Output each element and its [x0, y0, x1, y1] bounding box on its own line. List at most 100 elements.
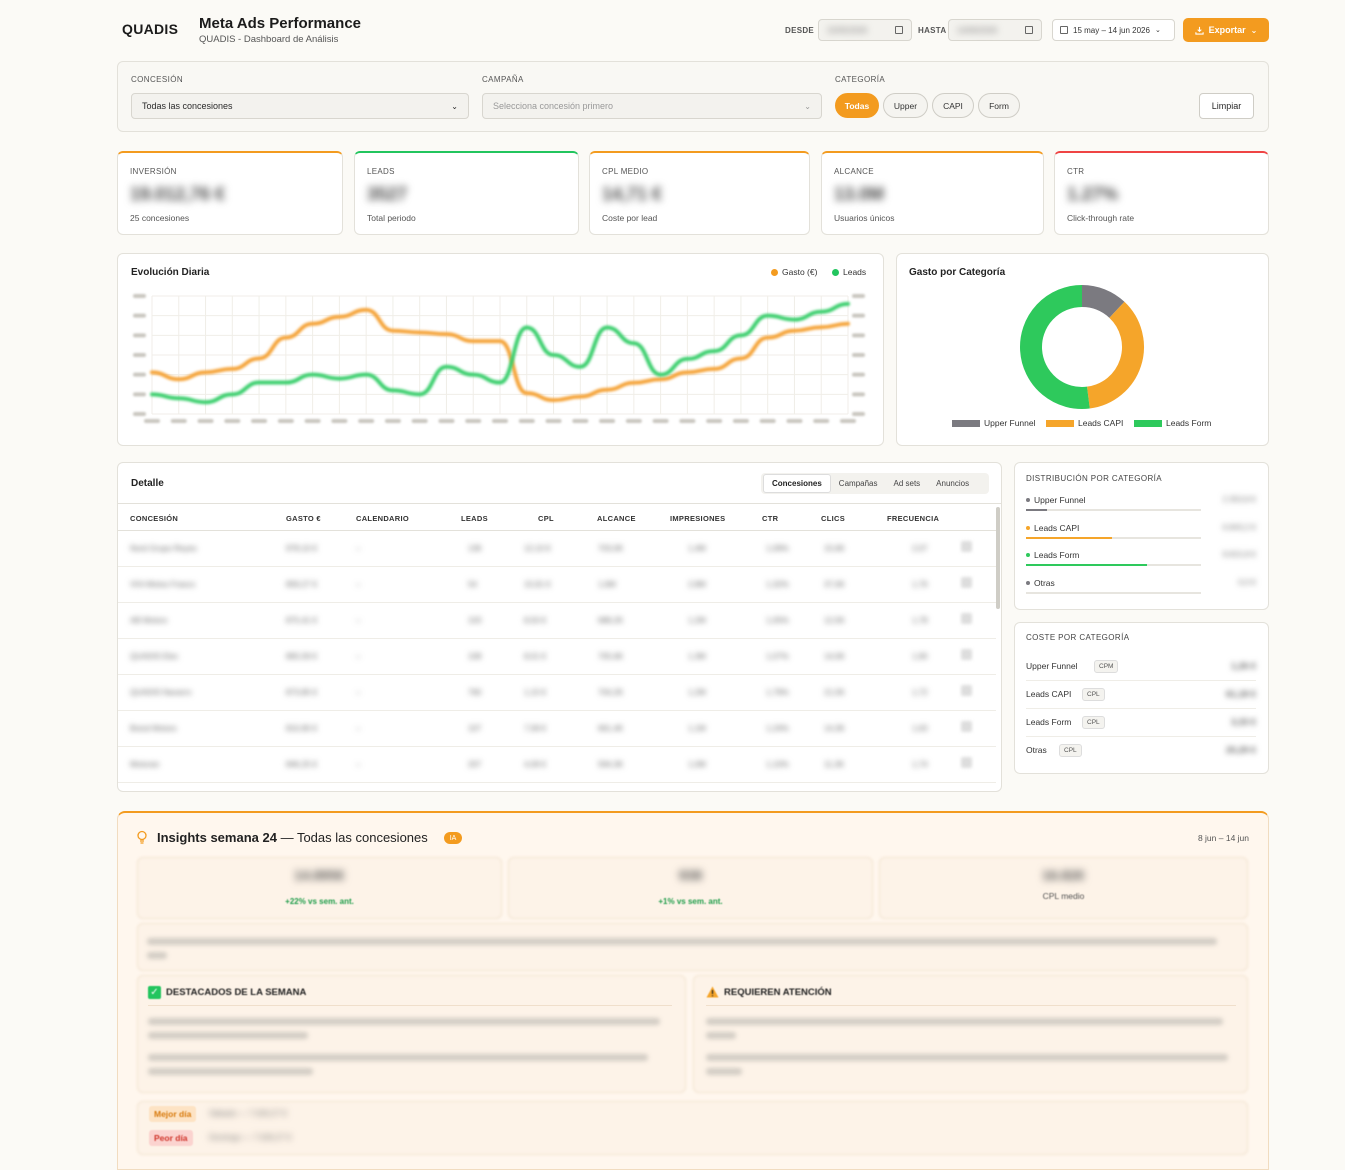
- table-cell: 37,0K: [824, 580, 845, 589]
- summary-text-line: [147, 938, 1217, 945]
- x-tick-label: [518, 419, 535, 423]
- chip-todas[interactable]: Todas: [835, 93, 879, 118]
- divider: [148, 1005, 672, 1006]
- row-action-icon[interactable]: [961, 613, 972, 624]
- attention-text-line: [706, 1018, 1223, 1025]
- row-action-icon[interactable]: [961, 541, 972, 552]
- daily-line-chart: [133, 294, 865, 423]
- col-header[interactable]: IMPRESIONES: [670, 514, 725, 523]
- insights-title-bold: Insights semana 24: [157, 830, 277, 845]
- tab-adsets[interactable]: Ad sets: [885, 475, 928, 492]
- ai-badge: IA: [444, 832, 462, 844]
- row-action-icon[interactable]: [961, 721, 972, 732]
- clear-filters-button[interactable]: Limpiar: [1199, 93, 1254, 119]
- table-cell: –: [356, 580, 361, 589]
- table-cell: –: [356, 544, 361, 553]
- table-row[interactable]: ViVi-Motos Frasco 859,27 € – 54 15,91 € 1,6M 2…: [118, 567, 996, 603]
- y-tick-label: [852, 372, 865, 377]
- kpi-value: 3527: [367, 184, 408, 204]
- table-cell: 1,1M: [688, 724, 706, 733]
- col-header[interactable]: ALCANCE: [597, 514, 636, 523]
- col-header[interactable]: LEADS: [461, 514, 488, 523]
- chip-form[interactable]: Form: [978, 93, 1020, 118]
- table-row[interactable]: Motoran 846,25 € – 207 4,09 € 594,3K 1,0M 1,10%…: [118, 747, 996, 783]
- row-action-icon[interactable]: [961, 685, 972, 696]
- table-cell: 1,10%: [766, 760, 789, 769]
- best-worst-card: [137, 1101, 1248, 1155]
- distribution-track: [1026, 536, 1201, 539]
- table-cell: –: [356, 760, 361, 769]
- table-row[interactable]: QUADIS Navarro 873,85 € – 760 1,15 € 704,2K 1,…: [118, 675, 996, 711]
- campana-select[interactable]: Selecciona concesión primero ⌄: [482, 93, 822, 119]
- table-cell: 207: [468, 760, 482, 769]
- table-cell: 846,25 €: [286, 760, 318, 769]
- distribution-row: Leads Form 9.815,8 €: [1026, 550, 1256, 572]
- table-row[interactable]: Nord Grupo Reyes 978,10 € – 136 12,10 € 703,0…: [118, 531, 996, 567]
- legend-swatch: [1046, 419, 1074, 427]
- distribution-value: 9.815,8 €: [1222, 550, 1256, 559]
- table-cell: 1,15 €: [524, 688, 547, 697]
- col-header[interactable]: FRECUENCIA: [887, 514, 939, 523]
- row-action-icon[interactable]: [961, 649, 972, 660]
- table-cell: –: [356, 616, 361, 625]
- distribution-row: Leads CAPI 6.843,2 €: [1026, 523, 1256, 545]
- highlights-title: DESTACADOS DE LA SEMANA: [166, 987, 307, 998]
- y-tick-label: [133, 412, 146, 416]
- daily-chart-title: Evolución Diaria: [131, 267, 210, 278]
- row-action-icon[interactable]: [961, 577, 972, 588]
- cost-value: 3,33 €: [1230, 717, 1256, 727]
- detail-title: Detalle: [131, 478, 164, 489]
- x-tick-label: [331, 419, 348, 423]
- table-row[interactable]: Boixd Motors 810,90 € – 107 7,58 € 661,4K 1,1M…: [118, 711, 996, 747]
- table-cell: 4,09 €: [524, 760, 547, 769]
- chip-capi[interactable]: CAPI: [932, 93, 974, 118]
- table-cell: 705,6K: [598, 652, 624, 661]
- table-cell: 21,5K: [824, 688, 845, 697]
- table-cell: 14,3K: [824, 724, 845, 733]
- table-cell: ViVi-Motos Frasco: [130, 580, 196, 589]
- chevron-down-icon: ⌄: [804, 101, 811, 111]
- row-action-icon[interactable]: [961, 757, 972, 768]
- table-cell: 1,2M: [688, 616, 706, 625]
- table-scrollbar[interactable]: [996, 507, 1000, 609]
- table-cell: 14,0K: [824, 652, 845, 661]
- kpi-card-alcance: ALCANCE 13.0M Usuarios únicos: [821, 151, 1044, 235]
- col-header[interactable]: CTR: [762, 514, 778, 523]
- table-row[interactable]: AB Motors 875,41 € – 103 8,50 € 688,2K 1,2M 1,0…: [118, 603, 996, 639]
- x-tick-label: [465, 419, 482, 423]
- table-cell: 1,74: [912, 760, 928, 769]
- distribution-name: Otras: [1026, 578, 1055, 588]
- chip-upper[interactable]: Upper: [883, 93, 928, 118]
- lightbulb-icon: [137, 830, 147, 844]
- kpi-label: CPL MEDIO: [602, 167, 649, 176]
- table-row[interactable]: QUADIS Elec 865,59 € – 108 8,01 € 705,6K 1,3M 1…: [118, 639, 996, 675]
- tab-anuncios[interactable]: Anuncios: [928, 475, 977, 492]
- x-tick-label: [572, 419, 589, 423]
- x-tick-label: [786, 419, 803, 423]
- table-cell: 810,90 €: [286, 724, 318, 733]
- col-header[interactable]: CALENDARIO: [356, 514, 409, 523]
- attention-title: REQUIEREN ATENCIÓN: [724, 986, 832, 998]
- col-header[interactable]: CPL: [538, 514, 554, 523]
- table-cell: 2,8M: [688, 580, 706, 589]
- col-header[interactable]: CONCESIÓN: [130, 514, 178, 523]
- table-cell: 1,09%: [766, 544, 789, 553]
- table-cell: 1,72: [912, 688, 928, 697]
- date-range-dropdown[interactable]: 15 may – 14 jun 2026 ⌄: [1052, 19, 1175, 41]
- tab-campanas[interactable]: Campañas: [831, 475, 886, 492]
- tab-concesiones[interactable]: Concesiones: [763, 474, 831, 493]
- distribution-row: Otras 0,0 €: [1026, 578, 1256, 600]
- export-button[interactable]: Exportar ⌄: [1183, 18, 1269, 42]
- table-cell: 704,2K: [598, 688, 624, 697]
- to-date-input[interactable]: 14/06/2026: [948, 19, 1042, 41]
- concesion-select[interactable]: Todas las concesiones ⌄: [131, 93, 469, 119]
- from-date-input[interactable]: 15/05/2026: [818, 19, 912, 41]
- col-header[interactable]: CLICS: [821, 514, 845, 523]
- insight-stat-sub: CPL medio: [1042, 891, 1085, 901]
- donut-slice: [1020, 285, 1090, 409]
- cost-name: Leads CAPI: [1026, 689, 1072, 699]
- distribution-track: [1026, 509, 1201, 511]
- y-tick-label: [852, 353, 865, 357]
- export-label: Exportar: [1208, 25, 1246, 35]
- col-header[interactable]: GASTO €: [286, 514, 321, 523]
